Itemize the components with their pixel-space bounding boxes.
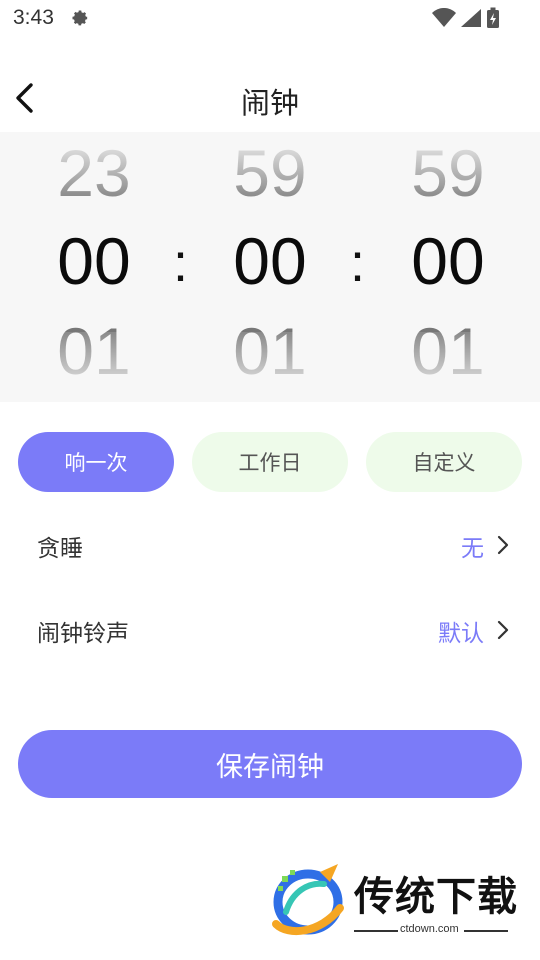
minutes-current: 00	[233, 224, 307, 298]
save-alarm-button[interactable]: 保存闹钟	[18, 730, 522, 798]
repeat-options: 响一次 工作日 自定义	[18, 432, 522, 492]
watermark-name: 传统下载	[354, 874, 518, 920]
hours-prev: 23	[57, 136, 131, 210]
repeat-workdays-button[interactable]: 工作日	[192, 432, 348, 492]
wifi-icon	[432, 8, 456, 27]
repeat-custom-button[interactable]: 自定义	[366, 432, 522, 492]
watermark: 传统下载 ctdown.com	[268, 860, 518, 940]
ringtone-value: 默认	[438, 621, 484, 647]
page-title: 闹钟	[240, 86, 299, 120]
watermark-logo-icon	[272, 864, 344, 936]
repeat-once-button[interactable]: 响一次	[18, 432, 174, 492]
time-separator: :	[350, 233, 366, 293]
gear-icon	[72, 10, 88, 26]
snooze-label: 贪睡	[37, 536, 83, 562]
minutes-next: 01	[233, 314, 307, 388]
watermark-url: ctdown.com	[400, 923, 459, 935]
minutes-prev: 59	[233, 136, 307, 210]
hours-current: 00	[57, 224, 131, 298]
seconds-next: 01	[411, 314, 485, 388]
time-separator: :	[173, 233, 189, 293]
seconds-prev: 59	[411, 136, 485, 210]
seconds-current: 00	[411, 224, 485, 298]
hours-wheel[interactable]: 23 00 01	[24, 132, 164, 402]
snooze-value: 无	[461, 536, 484, 562]
ringtone-label: 闹钟铃声	[37, 621, 129, 647]
snooze-row[interactable]: 贪睡 无	[0, 515, 540, 575]
chevron-right-icon	[497, 535, 509, 555]
status-bar: 3:43	[0, 0, 540, 38]
chevron-right-icon	[497, 620, 509, 640]
watermark-divider	[464, 930, 508, 932]
signal-icon	[461, 9, 481, 27]
hours-next: 01	[57, 314, 131, 388]
status-time: 3:43	[13, 6, 54, 29]
time-picker: 23 00 01 : 59 00 01 : 59 00 01	[0, 132, 540, 402]
seconds-wheel[interactable]: 59 00 01	[378, 132, 518, 402]
ringtone-row[interactable]: 闹钟铃声 默认	[0, 600, 540, 660]
minutes-wheel[interactable]: 59 00 01	[200, 132, 340, 402]
watermark-divider	[354, 930, 398, 932]
app-header: 闹钟	[0, 62, 540, 132]
battery-charging-icon	[487, 7, 499, 28]
